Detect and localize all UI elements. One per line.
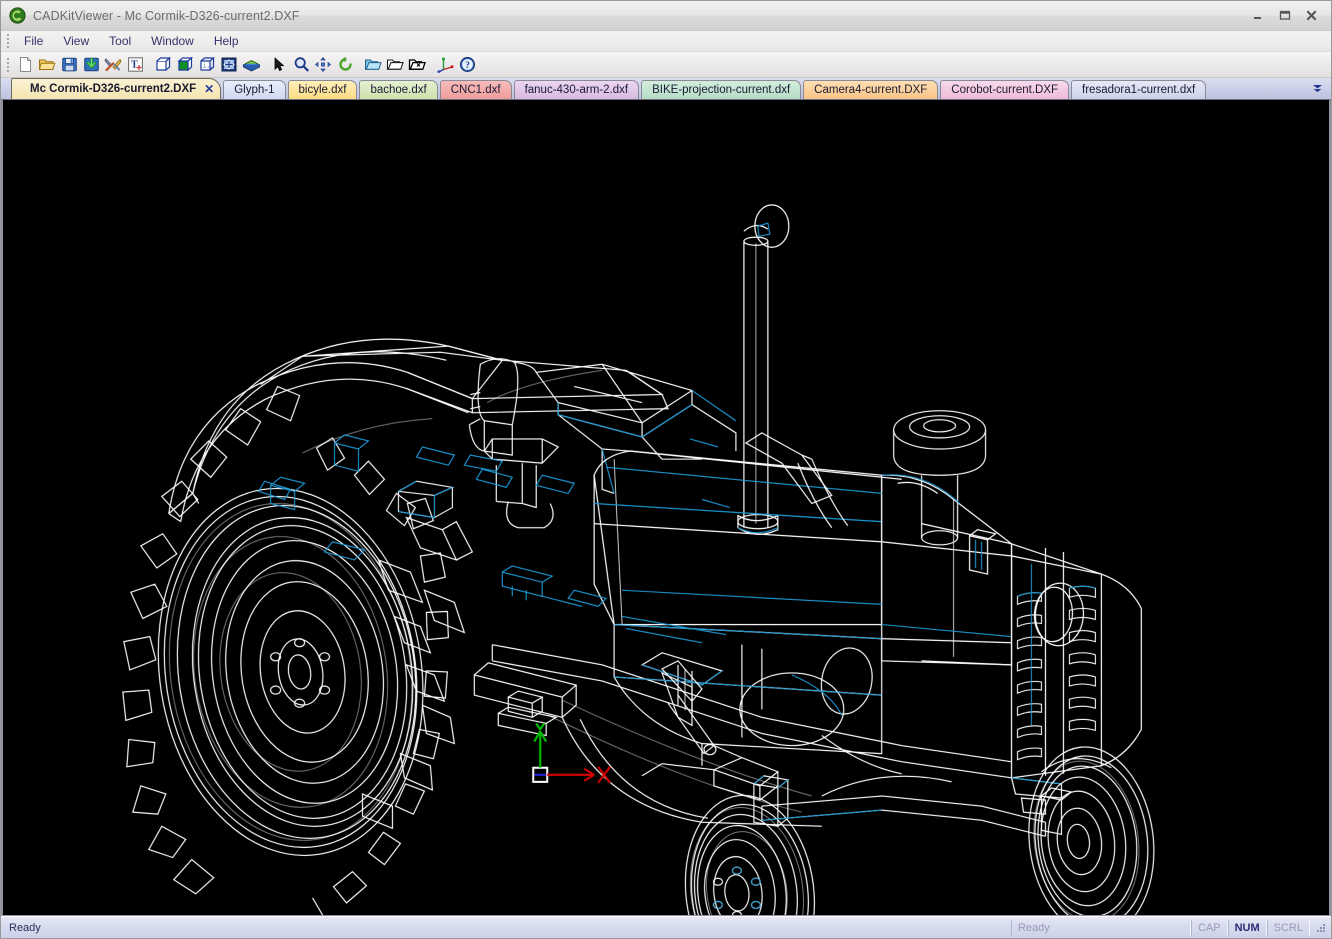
pan-move-icon[interactable] <box>312 54 334 76</box>
tab-label: Mc Cormik-D326-current2.DXF <box>30 83 197 95</box>
tab-fresadora1-current-dxf[interactable]: fresadora1-current.dxf <box>1071 80 1207 99</box>
save-disk-icon[interactable] <box>58 54 80 76</box>
status-bar: Ready Ready CAP NUM SCRL <box>1 916 1331 938</box>
svg-text:?: ? <box>465 61 470 71</box>
toolbar-grip-handle[interactable] <box>4 57 12 72</box>
tab-label: Glyph-1 <box>234 84 275 96</box>
svg-text:T: T <box>131 60 138 71</box>
tab-bike-projection-current-dxf[interactable]: BIKE-projection-current.dxf <box>641 80 802 99</box>
copy-dark-icon[interactable] <box>406 54 428 76</box>
shaded-cube-icon[interactable] <box>174 54 196 76</box>
tab-label: bicyle.dxf <box>298 84 347 96</box>
layers-icon[interactable] <box>240 54 262 76</box>
main-toolbar: T ? <box>1 52 1331 78</box>
tab-corobot-current-dxf[interactable]: Corobot-current.DXF <box>940 80 1070 99</box>
copy-blue-icon[interactable] <box>362 54 384 76</box>
menu-item-window[interactable]: Window <box>141 32 204 51</box>
select-arrow-icon[interactable] <box>268 54 290 76</box>
tab-fanuc-430-arm-2-dxf[interactable]: fanuc-430-arm-2.dxf <box>513 80 640 99</box>
wireframe-cube-icon[interactable] <box>152 54 174 76</box>
cad-drawing-canvas[interactable] <box>1 100 1331 916</box>
status-indicator-scrl: SCRL <box>1266 919 1310 936</box>
menu-grip-handle[interactable] <box>4 34 12 49</box>
tab-label: BIKE-projection-current.dxf <box>652 84 791 96</box>
status-indicator-num: NUM <box>1227 919 1267 936</box>
cadkit-logo-icon <box>9 7 26 24</box>
zoom-magnifier-icon[interactable] <box>290 54 312 76</box>
copy-outline-icon[interactable] <box>384 54 406 76</box>
new-file-icon[interactable] <box>14 54 36 76</box>
tab-label: CNC1.dxf <box>450 84 501 96</box>
hidden-line-cube-icon[interactable] <box>196 54 218 76</box>
status-pane-ready: Ready <box>1010 919 1191 936</box>
window-title: CADKitViewer - Mc Cormik-D326-current2.D… <box>33 8 300 23</box>
text-tool-icon[interactable]: T <box>124 54 146 76</box>
status-message: Ready <box>9 921 41 934</box>
tab-mc-cormik-d326[interactable]: Mc Cormik-D326-current2.DXF ✕ <box>11 78 222 99</box>
title-bar: CADKitViewer - Mc Cormik-D326-current2.D… <box>1 1 1331 31</box>
close-button[interactable] <box>1298 5 1325 25</box>
rotate-icon[interactable] <box>334 54 356 76</box>
menu-item-view[interactable]: View <box>53 32 99 51</box>
open-folder-icon[interactable] <box>36 54 58 76</box>
tab-label: fanuc-430-arm-2.dxf <box>524 84 629 96</box>
chevron-down-icon[interactable] <box>1305 78 1329 98</box>
tractor-wireframe-drawing <box>3 100 1329 915</box>
tab-label: bachoe.dxf <box>370 84 427 96</box>
menu-item-help[interactable]: Help <box>204 32 249 51</box>
window-controls <box>1244 5 1325 25</box>
resize-grip-icon[interactable] <box>1313 921 1327 935</box>
tab-camera4-current-dxf[interactable]: Camera4-current.DXF <box>803 80 939 99</box>
menu-item-file[interactable]: File <box>14 32 53 51</box>
minimize-button[interactable] <box>1244 5 1271 25</box>
help-question-icon[interactable]: ? <box>456 54 478 76</box>
tab-label: fresadora1-current.dxf <box>1082 84 1196 96</box>
status-indicator-cap: CAP <box>1190 919 1228 936</box>
tab-bachoe-dxf[interactable]: bachoe.dxf <box>359 80 438 99</box>
menu-bar: File View Tool Window Help <box>1 31 1331 52</box>
tab-glyph-1[interactable]: Glyph-1 <box>223 80 286 99</box>
document-tab-bar: Mc Cormik-D326-current2.DXF ✕ Glyph-1 bi… <box>1 78 1331 100</box>
tab-close-icon[interactable]: ✕ <box>204 82 214 96</box>
tools-wrench-screwdriver-icon[interactable] <box>102 54 124 76</box>
maximize-button[interactable] <box>1271 5 1298 25</box>
zoom-extents-icon[interactable] <box>218 54 240 76</box>
export-down-arrow-icon[interactable] <box>80 54 102 76</box>
tab-bicyle-dxf[interactable]: bicyle.dxf <box>287 80 358 99</box>
tab-label: Camera4-current.DXF <box>814 84 928 96</box>
axis-tripod-icon[interactable] <box>434 54 456 76</box>
menu-item-tool[interactable]: Tool <box>99 32 141 51</box>
application-window: CADKitViewer - Mc Cormik-D326-current2.D… <box>0 0 1332 939</box>
tab-label: Corobot-current.DXF <box>951 84 1059 96</box>
tab-cnc1-dxf[interactable]: CNC1.dxf <box>439 80 512 99</box>
